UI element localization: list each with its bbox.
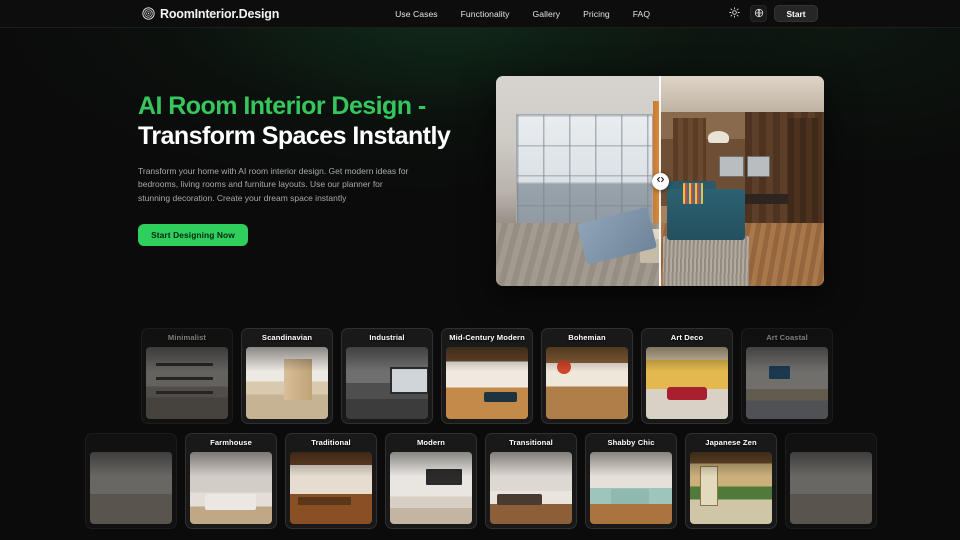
primary-nav: Use Cases Functionality Gallery Pricing …	[395, 9, 650, 19]
style-card-label: Art Coastal	[766, 333, 808, 342]
before-room-photo	[496, 76, 660, 286]
style-card[interactable]: Bohemian	[541, 328, 633, 424]
globe-icon	[754, 6, 764, 21]
style-card-thumbnail	[746, 347, 828, 419]
start-button[interactable]: Start	[774, 5, 818, 22]
style-card-thumbnail	[790, 452, 872, 524]
style-card[interactable]: Modern	[385, 433, 477, 529]
style-card-label: Mid-Century Modern	[449, 333, 525, 342]
style-card[interactable]: Farmhouse	[185, 433, 277, 529]
headline-plain-text: Transform Spaces Instantly	[138, 122, 451, 151]
language-selector-button[interactable]	[750, 5, 767, 22]
left-right-arrows-icon	[655, 172, 666, 190]
style-card-label: Transitional	[509, 438, 553, 447]
style-carousel-row-1[interactable]: Minimalist Scandinavian Industrial Mid-C…	[0, 328, 960, 424]
style-card-thumbnail	[590, 452, 672, 524]
style-card-thumbnail	[346, 347, 428, 419]
style-carousel-row-2[interactable]: Farmhouse Traditional Modern Transitiona…	[0, 433, 960, 529]
style-carousels: Minimalist Scandinavian Industrial Mid-C…	[0, 328, 960, 529]
page-title: AI Room Interior Design - Transform Spac…	[138, 91, 468, 152]
style-card-label: Bohemian	[568, 333, 606, 342]
style-card-thumbnail	[246, 347, 328, 419]
style-card-label: Modern	[416, 438, 446, 447]
style-card[interactable]	[785, 433, 877, 529]
brand-name-text: RoomInterior.Design	[160, 6, 280, 21]
headline-accent-text: AI Room Interior Design -	[138, 92, 426, 120]
style-card[interactable]: Transitional	[485, 433, 577, 529]
style-card-label: Industrial	[369, 333, 405, 342]
style-card-label: Japanese Zen	[705, 438, 757, 447]
style-card-thumbnail	[446, 347, 528, 419]
brand-logo-link[interactable]: RoomInterior.Design	[142, 7, 279, 21]
style-card-thumbnail	[190, 452, 272, 524]
nav-item-faq[interactable]: FAQ	[633, 9, 650, 19]
style-card-thumbnail	[690, 452, 772, 524]
style-card-thumbnail	[390, 452, 472, 524]
style-card[interactable]: Shabby Chic	[585, 433, 677, 529]
hero-section: AI Room Interior Design - Transform Spac…	[0, 28, 960, 286]
hero-copy-column: AI Room Interior Design - Transform Spac…	[138, 76, 468, 286]
style-card-thumbnail	[546, 347, 628, 419]
style-card-thumbnail	[490, 452, 572, 524]
style-card[interactable]: Traditional	[285, 433, 377, 529]
style-card-thumbnail	[290, 452, 372, 524]
concentric-circles-logo-icon	[142, 7, 155, 20]
start-designing-now-button[interactable]: Start Designing Now	[138, 223, 248, 246]
style-card[interactable]: Art Coastal	[741, 328, 833, 424]
theme-toggle-button[interactable]	[726, 5, 743, 22]
nav-item-pricing[interactable]: Pricing	[583, 9, 610, 19]
style-card-label: Art Deco	[670, 333, 704, 342]
style-card[interactable]	[85, 433, 177, 529]
style-card-label: Shabby Chic	[607, 438, 655, 447]
sun-icon	[729, 6, 740, 21]
style-card-label: Minimalist	[167, 333, 207, 342]
style-card[interactable]: Art Deco	[641, 328, 733, 424]
style-card[interactable]: Scandinavian	[241, 328, 333, 424]
top-navigation-bar: RoomInterior.Design Use Cases Functional…	[0, 0, 960, 28]
style-card-thumbnail	[90, 452, 172, 524]
after-image-pane	[660, 76, 824, 286]
style-card-thumbnail	[646, 347, 728, 419]
nav-item-functionality[interactable]: Functionality	[461, 9, 510, 19]
style-card[interactable]: Industrial	[341, 328, 433, 424]
style-card-thumbnail	[146, 347, 228, 419]
before-after-comparison-slider[interactable]	[496, 76, 824, 286]
before-image-pane	[496, 76, 660, 286]
style-card-label: Farmhouse	[210, 438, 252, 447]
after-room-photo	[660, 76, 824, 286]
style-card[interactable]: Mid-Century Modern	[441, 328, 533, 424]
style-card-label: Traditional	[311, 438, 351, 447]
style-card[interactable]: Minimalist	[141, 328, 233, 424]
style-card[interactable]: Japanese Zen	[685, 433, 777, 529]
style-card-label: Scandinavian	[261, 333, 313, 342]
hero-description: Transform your home with AI room interio…	[138, 165, 409, 204]
nav-item-gallery[interactable]: Gallery	[533, 9, 561, 19]
nav-item-use-cases[interactable]: Use Cases	[395, 9, 437, 19]
header-actions: Start	[726, 5, 818, 22]
comparison-drag-handle[interactable]	[651, 172, 669, 190]
